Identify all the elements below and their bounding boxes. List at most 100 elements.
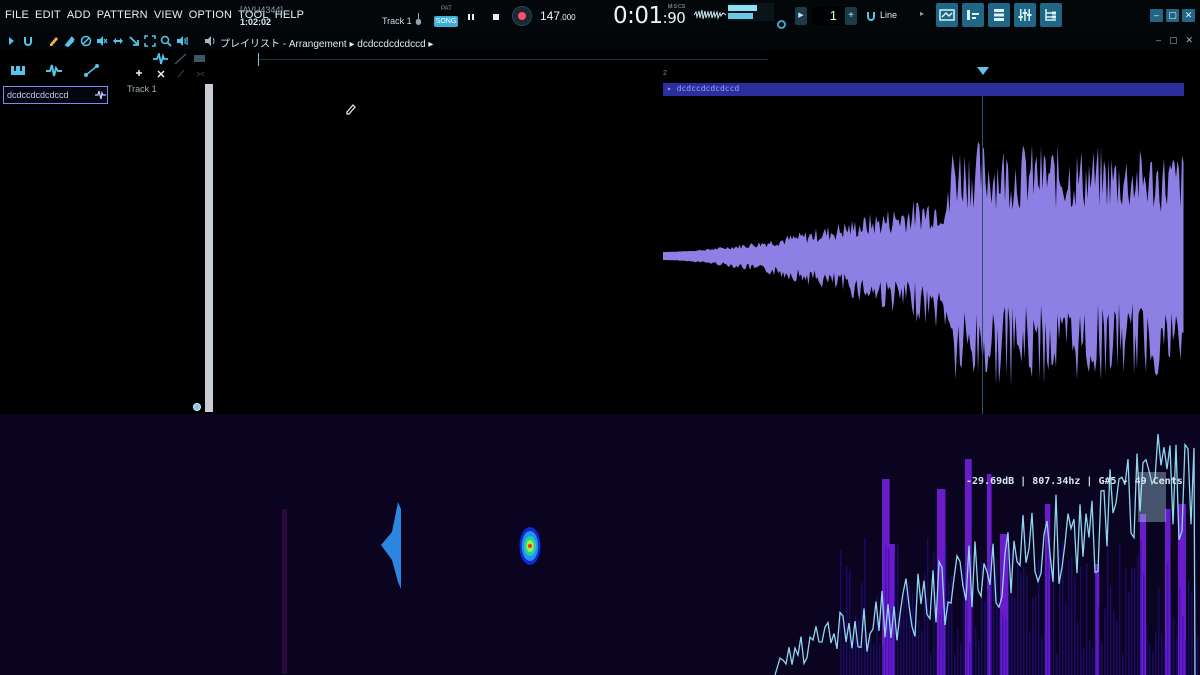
piano-roll-button[interactable] bbox=[962, 3, 984, 27]
spectrum-fill-bar bbox=[987, 589, 989, 675]
pattern-mini-icon[interactable] bbox=[194, 55, 205, 62]
pattern-prev-button[interactable]: ▶ bbox=[795, 7, 807, 25]
browser-icon bbox=[1045, 9, 1056, 21]
tempo-display[interactable]: 147.000 bbox=[540, 9, 576, 23]
playhead-marker[interactable] bbox=[977, 67, 989, 75]
menu-edit[interactable]: EDIT bbox=[35, 9, 61, 21]
track-scrollbar[interactable] bbox=[205, 84, 213, 412]
minimize-icon[interactable]: – bbox=[1150, 9, 1163, 22]
automation-picker-icon[interactable] bbox=[84, 64, 99, 77]
spectrum-fill-bar bbox=[1041, 637, 1043, 675]
stereo-field-shape bbox=[381, 502, 401, 589]
playlist-icon bbox=[939, 9, 955, 21]
slice-icon[interactable] bbox=[128, 35, 140, 47]
audio-waveform bbox=[663, 141, 1184, 388]
zoom-icon[interactable] bbox=[160, 35, 172, 47]
spectrum-fill-bar bbox=[1158, 588, 1160, 675]
menu-file[interactable]: FILE bbox=[5, 9, 29, 21]
spectrum-fill-bar bbox=[846, 566, 848, 675]
expand-icon[interactable] bbox=[196, 71, 205, 77]
line-tool-icon[interactable] bbox=[177, 69, 185, 78]
track-tools bbox=[136, 53, 205, 78]
menu-pattern[interactable]: PATTERN bbox=[97, 9, 148, 21]
menu-view[interactable]: VIEW bbox=[154, 9, 183, 21]
spectrum-fill-bar bbox=[852, 647, 854, 675]
mixer-button[interactable] bbox=[1014, 3, 1036, 27]
slip-icon[interactable] bbox=[112, 35, 124, 47]
metronome-icon[interactable] bbox=[777, 20, 786, 29]
pencil-icon[interactable] bbox=[48, 35, 60, 47]
channel-rack-button[interactable] bbox=[988, 3, 1010, 27]
spectrum-fill-bar bbox=[963, 566, 965, 675]
spectrum-fill-bar bbox=[885, 545, 887, 675]
mute-icon[interactable] bbox=[96, 35, 108, 47]
select-icon[interactable] bbox=[144, 35, 156, 47]
close-icon[interactable]: ✕ bbox=[1182, 9, 1195, 22]
spectrum-fill-bar bbox=[1143, 573, 1145, 675]
spectrum-fill-bar bbox=[1146, 624, 1148, 675]
menu-add[interactable]: ADD bbox=[67, 9, 91, 21]
timeline-start-marker[interactable] bbox=[258, 53, 259, 66]
pattern-add-button[interactable]: + bbox=[845, 7, 857, 25]
track-header[interactable]: Track 1 bbox=[125, 82, 207, 412]
audio-clip-header[interactable]: ▸ dcdccdcdcdccd bbox=[663, 83, 1184, 96]
spectrum-fill-bar bbox=[1164, 646, 1166, 675]
close-icon[interactable]: ✕ bbox=[1186, 35, 1194, 46]
song-mode-button[interactable]: SONG bbox=[434, 16, 458, 27]
snap-arrow-icon[interactable]: ▸ bbox=[920, 9, 924, 18]
spectrum-fill-bar bbox=[1092, 647, 1094, 675]
bar-number: 2 bbox=[663, 70, 667, 77]
spectrum-fill-bar bbox=[1104, 608, 1106, 675]
spectrum-fill-bar bbox=[1116, 620, 1118, 675]
timeline-scroll-track bbox=[258, 59, 768, 60]
spectrum-fill-bar bbox=[1149, 644, 1151, 675]
magnet-icon[interactable] bbox=[865, 10, 877, 22]
magnet-icon[interactable] bbox=[22, 35, 34, 47]
snap-mode-label[interactable]: Line bbox=[880, 10, 897, 20]
spectrum-fill-bar bbox=[879, 642, 881, 675]
spectrum-fill-bar bbox=[1173, 617, 1175, 675]
maximize-icon[interactable]: ▢ bbox=[1166, 9, 1179, 22]
minimize-icon[interactable]: – bbox=[1156, 35, 1161, 46]
delete-icon[interactable] bbox=[80, 35, 92, 47]
remove-track-icon[interactable] bbox=[157, 70, 165, 78]
spectrum-fill-bar bbox=[1053, 569, 1055, 675]
spectrum-fill-bar bbox=[1086, 563, 1088, 675]
spectrum-fill-bar bbox=[1179, 588, 1181, 675]
spectrum-fill-bar bbox=[1098, 606, 1100, 675]
maximize-icon[interactable]: ▢ bbox=[1169, 35, 1178, 46]
spectrum-fill-bar bbox=[1176, 637, 1178, 675]
pattern-picker-icon[interactable] bbox=[11, 66, 25, 75]
paint-icon[interactable] bbox=[64, 35, 76, 47]
stop-icon[interactable] bbox=[491, 12, 501, 22]
phase-scope-center bbox=[528, 544, 532, 548]
picker-clip-item[interactable]: dcdccdcdcdccd bbox=[3, 86, 108, 104]
add-track-icon[interactable] bbox=[136, 70, 142, 76]
menu-option[interactable]: OPTION bbox=[189, 9, 232, 21]
speaker-icon[interactable] bbox=[204, 35, 216, 47]
record-button[interactable] bbox=[512, 6, 532, 26]
spectrum-fill-bar bbox=[870, 637, 872, 675]
track-volume-knob[interactable] bbox=[193, 403, 201, 411]
picker-clip-label: dcdccdcdcdccd bbox=[7, 90, 69, 100]
pause-icon[interactable] bbox=[466, 12, 476, 22]
spectrum-fill-bar bbox=[927, 538, 929, 675]
arrow-right-icon[interactable] bbox=[6, 35, 18, 47]
browser-button[interactable] bbox=[1040, 3, 1062, 27]
arrangement-area[interactable] bbox=[213, 96, 1200, 414]
playhead-line bbox=[982, 96, 983, 414]
spectrum-fill-bar bbox=[939, 614, 941, 675]
spectrum-noise-column bbox=[282, 509, 287, 674]
timeline-ruler[interactable]: 2 bbox=[213, 50, 1200, 82]
pattern-number[interactable]: 1 bbox=[812, 7, 840, 25]
draw-line-icon[interactable] bbox=[174, 53, 187, 65]
audio-picker-icon[interactable] bbox=[46, 64, 62, 77]
snap-waveform-icon[interactable] bbox=[153, 53, 168, 65]
spectrum-fill-bar bbox=[1059, 549, 1061, 675]
spectrum-fill-bar bbox=[912, 593, 914, 675]
spectrum-fill-bar bbox=[1029, 632, 1031, 675]
playback-icon[interactable] bbox=[176, 35, 188, 47]
spectrum-fill-bar bbox=[930, 654, 932, 675]
playlist-window-button[interactable] bbox=[936, 3, 958, 27]
